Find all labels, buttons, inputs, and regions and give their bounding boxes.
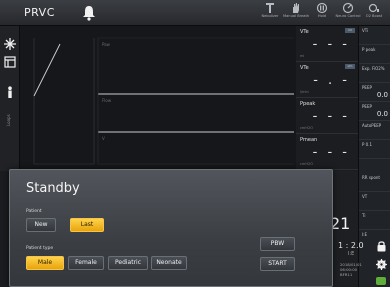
patient-label: Patient — [26, 209, 42, 214]
param-name: Ppeak — [300, 101, 316, 107]
patient-type-label: Patient type — [26, 246, 54, 251]
setting-item[interactable]: PEEP 0.0 — [359, 83, 390, 102]
device-line: BFR11 — [340, 272, 353, 277]
star-icon[interactable] — [4, 38, 16, 50]
neuro-control-label: Neuro Control — [335, 14, 361, 18]
setting-value: 0.0 — [376, 91, 388, 99]
nebulizer-icon — [266, 3, 274, 13]
hold-button[interactable]: Hold — [309, 2, 335, 24]
param-badge: ml — [345, 28, 355, 33]
top-bar: PRVC Nebulizer Manual Breath Hold Neuro … — [0, 0, 390, 26]
setting-item[interactable]: Ti — [359, 211, 390, 230]
ventilation-mode[interactable]: PRVC — [24, 6, 55, 19]
standby-dialog: Standby Patient New Last Patient type Ma… — [9, 169, 333, 287]
param-pmean[interactable]: Pmean - - - cmH2O — [296, 134, 358, 170]
date-time: 2018/01/01 06:00:00 BFR11 — [340, 262, 362, 277]
volume-tag: V — [102, 136, 105, 141]
ie-ratio-unit: I:E — [348, 251, 355, 257]
param-value: - . - — [313, 73, 350, 88]
o2-icon — [368, 3, 379, 13]
bell-icon[interactable] — [80, 4, 98, 22]
pbw-button[interactable]: PBW — [260, 237, 295, 251]
param-unit: cmH2O — [300, 126, 313, 130]
layout-icon[interactable] — [4, 56, 16, 68]
hand-icon — [293, 3, 299, 13]
param-ppeak[interactable]: Ppeak - - - cmH2O — [296, 98, 358, 134]
pediatric-button[interactable]: Pediatric — [108, 256, 148, 270]
hold-label: Hold — [317, 14, 327, 18]
setting-item[interactable]: P 0.1 — [359, 140, 390, 159]
setting-item[interactable]: P peak — [359, 45, 390, 64]
setting-name: P peak — [362, 47, 376, 52]
param-name: Pmean — [300, 137, 318, 143]
manual-breath-button[interactable]: Manual Breath — [283, 2, 309, 24]
person-icon[interactable] — [4, 86, 16, 98]
lock-icon[interactable] — [376, 240, 387, 252]
param-value: - - - — [312, 109, 350, 124]
male-button[interactable]: Male — [26, 256, 64, 270]
setting-name: Exp. FiO2% — [362, 66, 385, 71]
setting-item[interactable]: PEEP 0.0 — [359, 102, 390, 121]
measured-values-panel: VTe ml - - - ml VTe l/m - . - l/min Ppea… — [296, 26, 358, 171]
female-button[interactable]: Female — [68, 256, 104, 270]
param-value: - - - — [312, 145, 350, 160]
nebulizer-label: Nebulizer — [261, 14, 279, 18]
neonate-button[interactable]: Neonate — [151, 256, 187, 270]
start-button[interactable]: START — [260, 257, 295, 271]
setting-name: I:E — [362, 232, 368, 237]
ie-ratio-value: 1 : 2.0 — [338, 241, 364, 250]
setting-name: AutoPEEP — [362, 123, 382, 128]
param-vte-minute[interactable]: VTe l/m - . - l/min — [296, 62, 358, 98]
knob-icon — [342, 2, 354, 14]
param-unit: ml — [300, 54, 305, 58]
flow-tag: Flow — [102, 98, 112, 103]
gear-icon[interactable] — [376, 259, 387, 270]
param-unit: l/min — [300, 90, 309, 94]
setting-name: PEEP — [362, 85, 372, 90]
setting-item[interactable]: VT — [359, 192, 390, 211]
left-toolbar: Loops — [0, 26, 20, 171]
setting-name: VT — [362, 194, 368, 199]
setting-name: PEEP — [362, 104, 372, 109]
power-status-indicator — [376, 277, 386, 285]
setting-name: RR spont — [362, 175, 381, 180]
param-name: VTe — [300, 29, 309, 35]
neuro-control-button[interactable]: Neuro Control — [335, 2, 361, 24]
waveform-grid — [33, 37, 294, 165]
dialog-title: Standby — [26, 181, 80, 196]
setting-name: Ti — [362, 213, 366, 218]
setting-item[interactable]: RR spont — [359, 173, 390, 192]
param-badge: l/m — [345, 64, 355, 69]
param-value: - - - — [312, 37, 350, 52]
manual-breath-label: Manual Breath — [283, 14, 310, 18]
setting-name: P 0.1 — [362, 142, 373, 147]
setting-name: VTi — [362, 28, 369, 33]
param-unit: cmH2O — [300, 162, 313, 166]
setting-item[interactable]: VTi — [359, 26, 390, 45]
o2-boost-label: O2 Boost — [365, 14, 383, 18]
param-vte[interactable]: VTe ml - - - ml — [296, 26, 358, 62]
hold-icon — [316, 2, 328, 14]
new-patient-button[interactable]: New — [26, 218, 56, 232]
loops-label[interactable]: Loops — [6, 114, 11, 126]
paw-tag: Paw — [102, 42, 110, 47]
param-name: VTe — [300, 65, 309, 71]
o2-boost-button[interactable]: O2 Boost — [361, 2, 387, 24]
last-patient-button[interactable]: Last — [70, 218, 104, 232]
setting-value: 0.0 — [376, 110, 388, 118]
setting-item[interactable]: AutoPEEP — [359, 121, 390, 140]
nebulizer-button[interactable]: Nebulizer — [257, 2, 283, 24]
oxygen-value: 21 — [330, 214, 351, 233]
setting-item[interactable]: Exp. FiO2% — [359, 64, 390, 83]
waveform-area: Paw Flow V — [20, 26, 296, 171]
